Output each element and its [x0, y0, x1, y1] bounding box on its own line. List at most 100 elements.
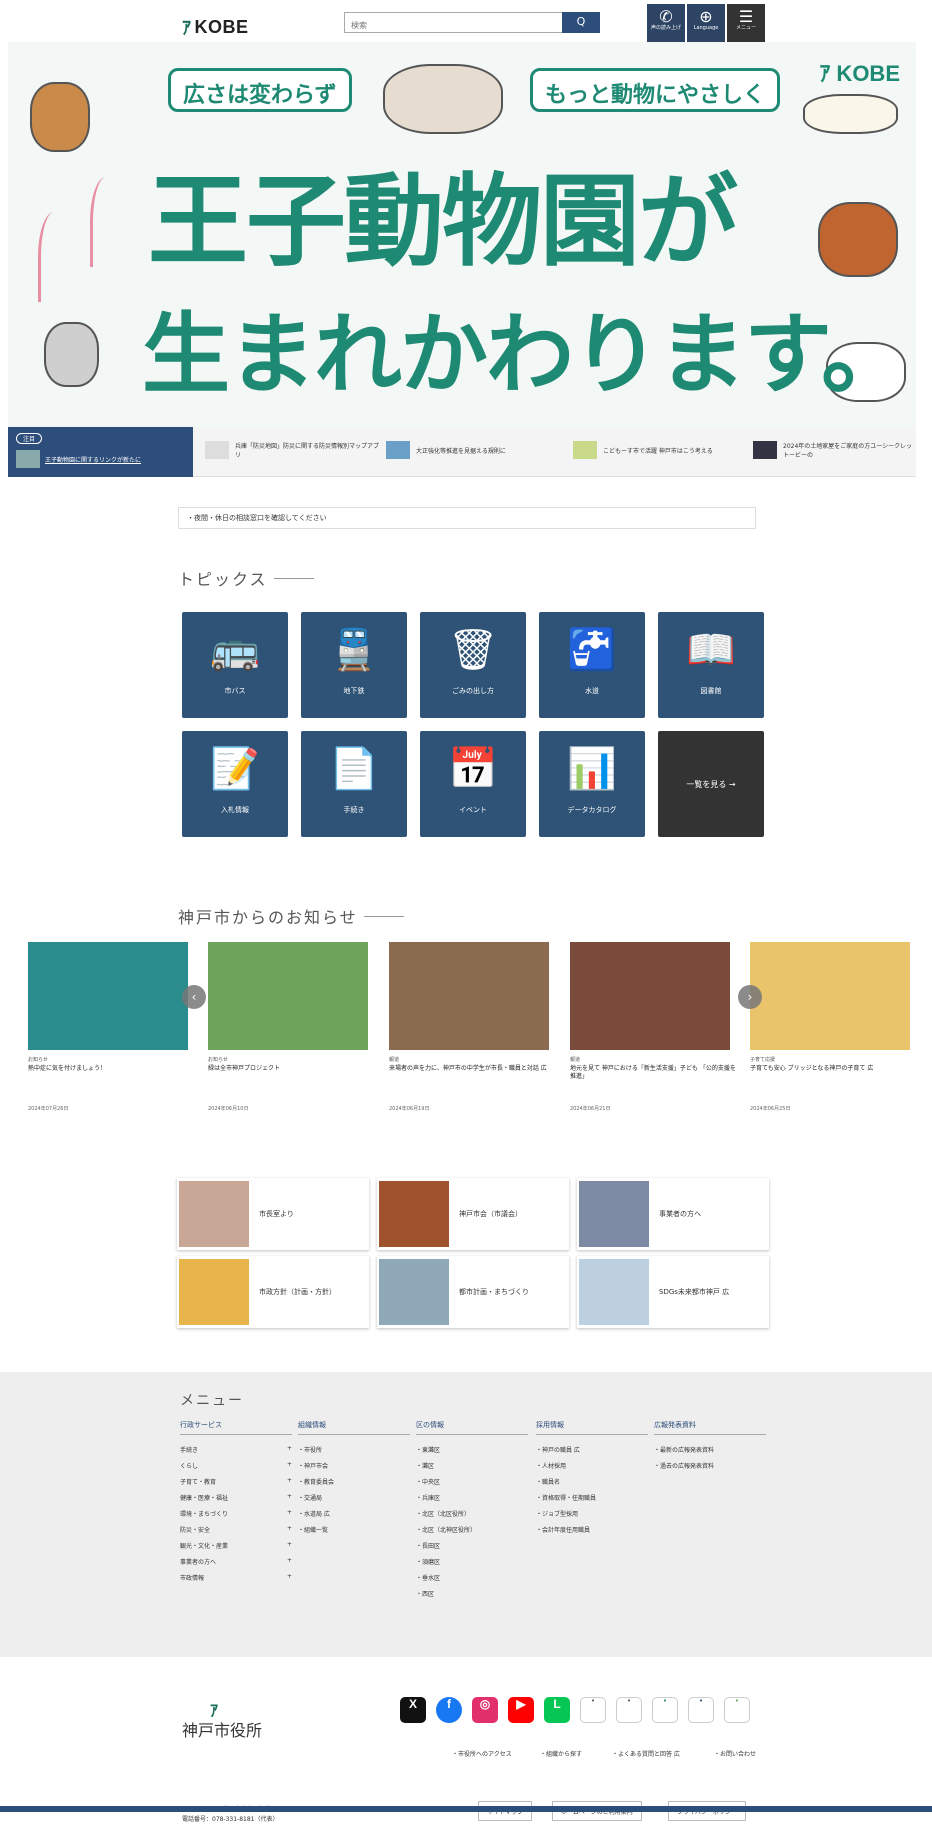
search-button[interactable]: Q	[562, 12, 600, 33]
plus-icon: +	[286, 1493, 292, 1500]
footer-link-access[interactable]: ・市役所へのアクセス	[452, 1749, 512, 1758]
footer-link[interactable]: ・中央区	[416, 1477, 528, 1493]
form-icon: 📄	[329, 746, 379, 792]
line-icon[interactable]: L	[544, 1697, 570, 1723]
card-image	[179, 1181, 249, 1247]
footer-link-org[interactable]: ・組織から探す	[540, 1749, 582, 1758]
footer-link-text: 事業者の方へ	[180, 1559, 217, 1566]
topics-view-all[interactable]: 一覧を見る →	[658, 731, 764, 837]
menu-button[interactable]: ☰ メニュー	[727, 4, 765, 42]
footer-link[interactable]: ・教育委員会	[298, 1477, 410, 1493]
topic-tile-bus[interactable]: 🚌 市バス	[182, 612, 288, 718]
footer-link[interactable]: ・神戸市会	[298, 1461, 410, 1477]
plus-icon: +	[286, 1461, 292, 1468]
footer-link[interactable]: 事業者の方へ +	[180, 1557, 292, 1573]
strip-active-item[interactable]: 注目 王子動物園に関するリンクが新たに	[8, 427, 193, 477]
footer-link[interactable]: ・市役所	[298, 1445, 410, 1461]
topic-tile-procedures[interactable]: 📄 手続き	[301, 731, 407, 837]
footer-link[interactable]: 子育て・教育 +	[180, 1477, 292, 1493]
footer-link-contact[interactable]: ・お問い合わせ	[714, 1749, 756, 1758]
footer-link[interactable]: ・長田区	[416, 1541, 528, 1557]
topic-tile-events[interactable]: 📅 イベント	[420, 731, 526, 837]
strip-item[interactable]: こどもーす市で活躍 神戸市はこう考える	[573, 441, 748, 459]
logo-text: KOBE	[194, 16, 249, 37]
footer-link[interactable]: ・東灘区	[416, 1445, 528, 1461]
footer-link-faq[interactable]: ・よくある質問と回答 広	[612, 1749, 680, 1758]
footer-link[interactable]: ・垂水区	[416, 1573, 528, 1589]
footer-link[interactable]: 手続き +	[180, 1445, 292, 1461]
footer-col-title: 広報発表資料	[654, 1420, 766, 1435]
hero-banner[interactable]: ｱ KOBE 広さは変わらず もっと動物にやさしく 王子動物園が 生まれかわりま…	[8, 42, 916, 427]
topic-tile-data[interactable]: 📊 データカタログ	[539, 731, 645, 837]
footer-link[interactable]: ・兵庫区	[416, 1493, 528, 1509]
footer-link[interactable]: ・北区（北神区役所）	[416, 1525, 528, 1541]
footer-link[interactable]: ・ジョブ型採用	[536, 1509, 648, 1525]
footer-link[interactable]: くらし +	[180, 1461, 292, 1477]
footer-link[interactable]: ・人材採用	[536, 1461, 648, 1477]
footer-link[interactable]: ・交通局	[298, 1493, 410, 1509]
language-button[interactable]: ⊕ Language	[687, 4, 725, 42]
topic-tile-subway[interactable]: 🚆 地下鉄	[301, 612, 407, 718]
globe-icon: ⊕	[699, 7, 713, 26]
search-input[interactable]	[345, 16, 560, 35]
footer-link[interactable]: ・神戸の職員 広	[536, 1445, 648, 1461]
partner-link-icon[interactable]: •	[724, 1697, 750, 1723]
news-card[interactable]: 報道 来場者の声を力に、神戸市の中学生が市長・職員と対話 広 2024年06月19日	[389, 942, 559, 1132]
link-card-policy[interactable]: 市政方針（計画・方針）	[177, 1256, 369, 1328]
footer-link[interactable]: 環境・まちづくり +	[180, 1509, 292, 1525]
carousel-next-button[interactable]: ›	[738, 985, 762, 1009]
link-card-business[interactable]: 事業者の方へ	[577, 1178, 769, 1250]
topic-tile-bids[interactable]: 📝 入札情報	[182, 731, 288, 837]
topic-tile-water[interactable]: 🚰 水道	[539, 612, 645, 718]
news-card[interactable]: 子育て応援 子育ても安心 ブリッジとなる神戸の子育て 広 2024年06月25日	[750, 942, 920, 1132]
instagram-icon[interactable]: ◎	[472, 1697, 498, 1723]
card-image	[179, 1259, 249, 1325]
calendar-icon: 📅	[448, 746, 498, 792]
header-buttons: ✆ 声の読み上げ ⊕ Language ☰ メニュー	[647, 4, 765, 42]
footer-link[interactable]: ・西区	[416, 1589, 528, 1605]
topic-label: 市バス	[224, 687, 246, 695]
footer-link[interactable]: 市政情報 +	[180, 1573, 292, 1589]
x-icon[interactable]: X	[400, 1697, 426, 1723]
topic-tile-garbage[interactable]: 🗑 ごみの出し方	[420, 612, 526, 718]
strip-item[interactable]: 2024年の土地家屋をご家庭の方ユーシークレットービーの	[753, 441, 913, 459]
partner-link-icon[interactable]: •	[688, 1697, 714, 1723]
footer-link[interactable]: ・須磨区	[416, 1557, 528, 1573]
partner-link-icon[interactable]: •	[616, 1697, 642, 1723]
kobe-logo[interactable]: ｱ KOBE	[182, 14, 249, 40]
heading-rule	[273, 577, 314, 579]
carousel-prev-button[interactable]: ‹	[182, 985, 206, 1009]
footer-link[interactable]: ・職員名	[536, 1477, 648, 1493]
footer-link[interactable]: 健康・医療・福祉 +	[180, 1493, 292, 1509]
footer-link[interactable]: 防災・安全 +	[180, 1525, 292, 1541]
topic-label: 地下鉄	[343, 687, 365, 695]
link-card-sdgs[interactable]: SDGs未来都市神戸 広	[577, 1256, 769, 1328]
footer-link[interactable]: ・最新の広報発表資料	[654, 1445, 766, 1461]
strip-item[interactable]: 兵庫「防災地図」防災に関する防災情報別マップアプリ	[205, 441, 380, 459]
footer-link[interactable]: 観光・文化・産業 +	[180, 1541, 292, 1557]
footer-link[interactable]: ・会計年度任用職員	[536, 1525, 648, 1541]
footer-link[interactable]: ・資格取得・任期職員	[536, 1493, 648, 1509]
footer-link[interactable]: ・過去の広報発表資料	[654, 1461, 766, 1477]
footer-link[interactable]: ・組織一覧	[298, 1525, 410, 1541]
partner-link-icon[interactable]: •	[580, 1697, 606, 1723]
bar-chart-icon: 📊	[567, 746, 617, 792]
notice-link[interactable]: ・夜間・休日の相談窓口を確認してください	[178, 507, 756, 529]
read-aloud-button[interactable]: ✆ 声の読み上げ	[647, 4, 685, 42]
partner-link-icon[interactable]: •	[652, 1697, 678, 1723]
city-name: 神戸市役所	[182, 1721, 263, 1740]
link-card-mayor[interactable]: 市長室より	[177, 1178, 369, 1250]
topic-tile-library[interactable]: 📖 図書館	[658, 612, 764, 718]
news-card[interactable]: 報道 地元を見て 神戸における「新生活支援」子ども 「公的支援を推進」 2024年0…	[570, 942, 740, 1132]
footer-link[interactable]: ・北区（北区役所）	[416, 1509, 528, 1525]
plus-icon: +	[286, 1541, 292, 1548]
link-card-council[interactable]: 神戸市会（市議会）	[377, 1178, 569, 1250]
news-card[interactable]: お知らせ 緑は全市神戸プロジェクト 2024年06月10日	[208, 942, 378, 1132]
link-card-planning[interactable]: 都市計画・まちづくり	[377, 1256, 569, 1328]
facebook-icon[interactable]: f	[436, 1697, 462, 1723]
news-card[interactable]: お知らせ 熱中症に気を付けましょう！ 2024年07月26日	[28, 942, 198, 1132]
footer-link[interactable]: ・水道局 広	[298, 1509, 410, 1525]
youtube-icon[interactable]: ▶	[508, 1697, 534, 1723]
footer-link[interactable]: ・灘区	[416, 1461, 528, 1477]
strip-item[interactable]: 大正強化等推進を見据える規則に	[386, 441, 561, 459]
